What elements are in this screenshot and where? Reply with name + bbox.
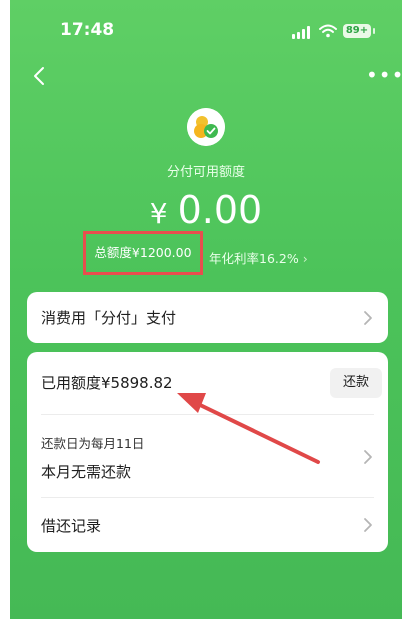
currency-symbol: ¥ — [149, 197, 168, 230]
borrow-repay-records-row[interactable]: 借还记录 — [27, 498, 388, 552]
signal-icon — [292, 25, 314, 39]
battery-icon: 89+ — [343, 24, 371, 38]
status-time: 17:48 — [60, 20, 115, 40]
phone-screen: 17:48 89+ ••• 分付可用额度 ¥0.00 总额度¥1200.00 年… — [10, 0, 402, 619]
available-amount-value: 0.00 — [177, 188, 263, 232]
battery-tip — [373, 28, 375, 34]
repay-button[interactable]: 还款 — [330, 368, 382, 398]
chevron-right-icon — [364, 518, 372, 532]
used-amount-label: 已用额度¥5898.82 — [41, 374, 173, 392]
pay-with-fenfu-label: 消费用「分付」支付 — [41, 309, 177, 327]
pay-with-fenfu-row[interactable]: 消费用「分付」支付 — [27, 292, 388, 343]
repayment-status: 本月无需还款 — [41, 463, 132, 481]
chevron-right-icon: › — [302, 251, 308, 266]
annual-rate-link[interactable]: 年化利率16.2% › — [209, 248, 308, 267]
repayment-date-note: 还款日为每月11日 — [41, 436, 145, 451]
chevron-right-icon — [364, 450, 372, 464]
more-options-icon[interactable]: ••• — [366, 65, 402, 85]
fenfu-logo-icon — [187, 108, 225, 146]
borrow-repay-records-label: 借还记录 — [41, 517, 102, 535]
annual-rate-text: 年化利率16.2% — [209, 251, 299, 266]
status-bar: 17:48 89+ — [10, 0, 402, 60]
back-icon[interactable] — [30, 66, 50, 86]
chevron-right-icon — [364, 311, 372, 325]
repayment-date-row[interactable]: 还款日为每月11日 本月无需还款 — [27, 415, 388, 497]
total-limit-highlight: 总额度¥1200.00 — [83, 231, 203, 275]
available-amount: ¥0.00 — [10, 188, 402, 232]
wifi-icon — [319, 24, 337, 38]
available-credit-title: 分付可用额度 — [166, 165, 245, 180]
usage-card: 已用额度¥5898.82 还款 还款日为每月11日 本月无需还款 借还记录 — [27, 352, 388, 552]
total-limit-text: 总额度¥1200.00 — [94, 245, 192, 260]
